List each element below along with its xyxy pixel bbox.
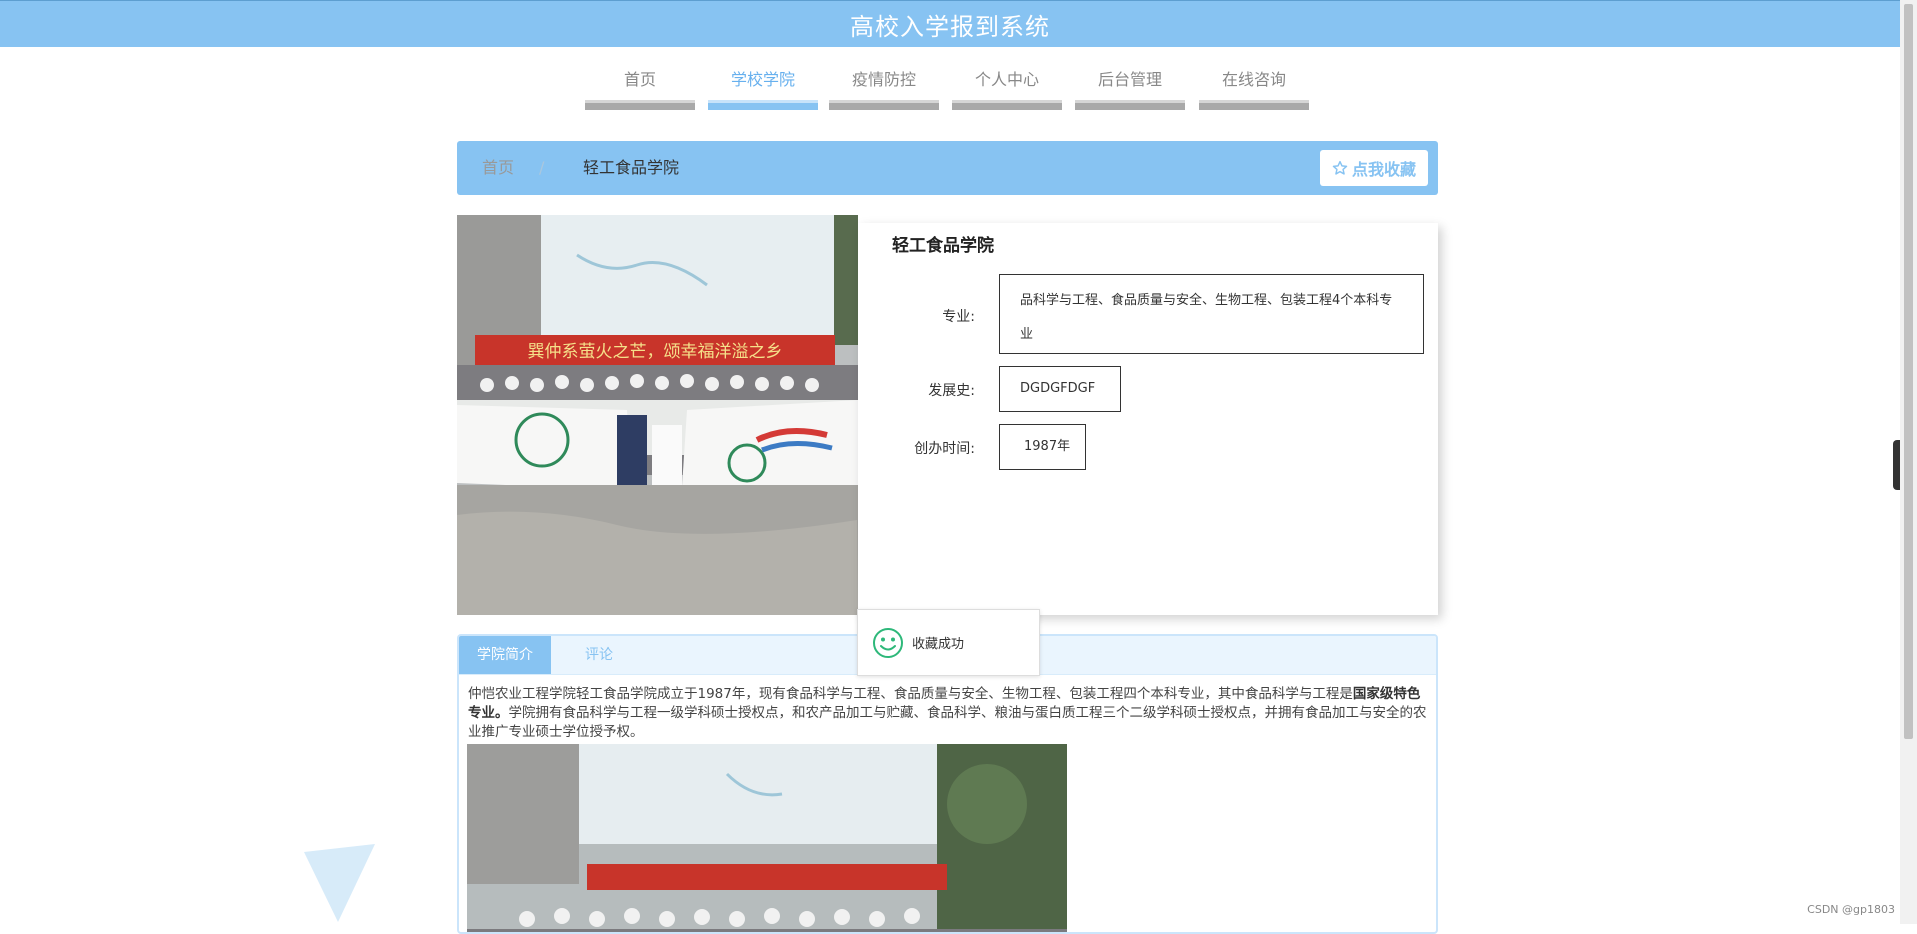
college-tabs-panel: 学院简介 评论 仲恺农业工程学院轻工食品学院成立于1987年，现有食品科学与工程… bbox=[457, 634, 1438, 934]
nav-underline bbox=[585, 100, 695, 110]
nav-underline bbox=[952, 100, 1062, 110]
college-name: 轻工食品学院 bbox=[892, 236, 994, 256]
nav-item-label: 后台管理 bbox=[1097, 70, 1162, 89]
nav-item-label: 疫情防控 bbox=[851, 70, 916, 89]
banner-text: 巽仲系萤火之芒，颂幸福洋溢之乡 bbox=[528, 342, 783, 362]
nav-item-personal[interactable]: 个人中心 bbox=[952, 58, 1062, 110]
nav-item-label: 在线咨询 bbox=[1221, 70, 1286, 89]
tab-comments[interactable]: 评论 bbox=[551, 636, 647, 674]
star-outline-icon bbox=[1332, 160, 1348, 175]
history-field: DGDGFDGF bbox=[999, 366, 1121, 412]
scrollbar-thumb[interactable] bbox=[1904, 4, 1913, 739]
introduction-photo bbox=[467, 744, 1067, 932]
nav-underline bbox=[1075, 100, 1185, 110]
site-title: 高校入学报到系统 bbox=[850, 12, 1050, 41]
nav-underline bbox=[1199, 100, 1309, 110]
breadcrumb-current: 轻工食品学院 bbox=[583, 158, 680, 177]
college-info-panel: 轻工食品学院 专业: 品科学与工程、食品质量与安全、生物工程、包装工程4个本科专… bbox=[858, 223, 1438, 615]
introduction-photo-illustration bbox=[467, 744, 1067, 932]
watermark: CSDN @gp1803 bbox=[1807, 903, 1895, 916]
favorite-button-label: 点我收藏 bbox=[1351, 160, 1416, 179]
main-nav: 首页 学校学院 疫情防控 个人中心 后台管理 在线咨询 bbox=[0, 58, 1900, 110]
nav-item-label: 学校学院 bbox=[730, 70, 795, 89]
nav-item-label: 首页 bbox=[623, 70, 656, 89]
decorative-triangle-icon bbox=[304, 844, 375, 922]
history-label: 发展史: bbox=[928, 383, 975, 399]
toast-notification: 收藏成功 bbox=[857, 609, 1040, 676]
toast-message: 收藏成功 bbox=[912, 637, 965, 652]
favorite-button[interactable]: 点我收藏 bbox=[1320, 150, 1428, 186]
breadcrumb: 首页 / 轻工食品学院 点我收藏 bbox=[457, 141, 1438, 195]
nav-item-home[interactable]: 首页 bbox=[585, 58, 695, 110]
college-introduction: 仲恺农业工程学院轻工食品学院成立于1987年，现有食品科学与工程、食品质量与安全… bbox=[468, 685, 1428, 742]
nav-item-consult[interactable]: 在线咨询 bbox=[1199, 58, 1309, 110]
site-header: 高校入学报到系统 bbox=[0, 0, 1900, 47]
breadcrumb-home-link[interactable]: 首页 bbox=[482, 141, 514, 195]
page-scrollbar[interactable] bbox=[1900, 0, 1917, 924]
tab-introduction[interactable]: 学院简介 bbox=[459, 636, 551, 674]
founded-field: 1987年 bbox=[999, 424, 1086, 470]
major-field: 品科学与工程、食品质量与安全、生物工程、包装工程4个本科专业 bbox=[999, 274, 1424, 354]
nav-underline bbox=[829, 100, 939, 110]
intro-text-part2: 学院拥有食品科学与工程一级学科硕士授权点，和农产品加工与贮藏、食品科学、粮油与蛋… bbox=[468, 705, 1427, 740]
nav-item-admin[interactable]: 后台管理 bbox=[1075, 58, 1185, 110]
nav-item-school[interactable]: 学校学院 bbox=[708, 58, 818, 110]
breadcrumb-separator: / bbox=[539, 158, 545, 177]
nav-underline bbox=[708, 100, 818, 110]
nav-item-label: 个人中心 bbox=[974, 70, 1039, 89]
major-label: 专业: bbox=[942, 309, 975, 325]
college-photo-illustration: 巽仲系萤火之芒，颂幸福洋溢之乡 bbox=[457, 215, 858, 615]
college-photo: 巽仲系萤火之芒，颂幸福洋溢之乡 bbox=[457, 215, 858, 615]
intro-text-part1: 仲恺农业工程学院轻工食品学院成立于1987年，现有食品科学与工程、食品质量与安全… bbox=[468, 686, 1353, 702]
founded-label: 创办时间: bbox=[914, 441, 975, 457]
nav-item-epidemic[interactable]: 疫情防控 bbox=[829, 58, 939, 110]
smile-icon bbox=[873, 627, 903, 658]
